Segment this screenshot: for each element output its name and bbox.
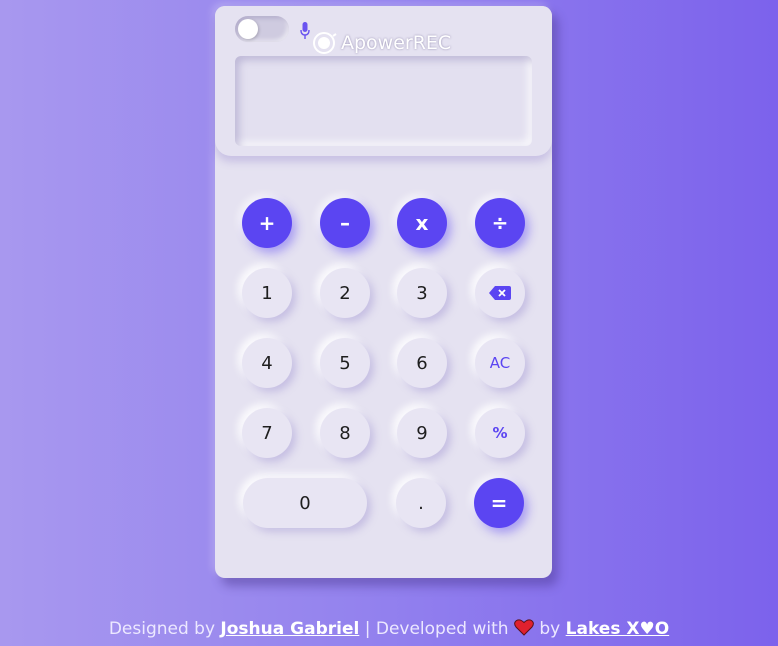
digit-5-button[interactable]: 5 bbox=[320, 338, 370, 388]
calculator-display bbox=[235, 56, 532, 146]
multiply-button[interactable]: x bbox=[397, 198, 447, 248]
digit-9-button[interactable]: 9 bbox=[397, 408, 447, 458]
subtract-button[interactable]: – bbox=[320, 198, 370, 248]
toggle-knob bbox=[238, 19, 258, 39]
footer-designed-by: Designed by bbox=[108, 619, 216, 639]
percent-button[interactable]: % bbox=[475, 408, 525, 458]
microphone-icon bbox=[300, 22, 310, 39]
digit-0-button[interactable]: 0 bbox=[243, 478, 367, 528]
digit-2-button[interactable]: 2 bbox=[320, 268, 370, 318]
developer-link[interactable]: Lakes ꓫ♥O bbox=[566, 619, 670, 639]
backspace-icon bbox=[489, 286, 511, 300]
footer-separator: | bbox=[364, 619, 371, 639]
digit-6-button[interactable]: 6 bbox=[397, 338, 447, 388]
designer-link[interactable]: Joshua Gabriel bbox=[220, 619, 359, 639]
divide-button[interactable]: ÷ bbox=[475, 198, 525, 248]
all-clear-button[interactable]: AC bbox=[475, 338, 525, 388]
footer-developed-with: Developed with bbox=[375, 619, 509, 639]
calculator-top-panel: ApowerREC bbox=[215, 6, 552, 156]
digit-7-button[interactable]: 7 bbox=[242, 408, 292, 458]
theme-toggle[interactable] bbox=[235, 16, 289, 42]
heart-icon bbox=[514, 619, 534, 636]
backspace-button[interactable] bbox=[475, 268, 525, 318]
equals-button[interactable]: = bbox=[474, 478, 524, 528]
digit-8-button[interactable]: 8 bbox=[320, 408, 370, 458]
decimal-button[interactable]: . bbox=[396, 478, 446, 528]
page-footer: Designed by Joshua Gabriel | Developed w… bbox=[0, 619, 778, 639]
calculator: ApowerREC + – x ÷ 1 2 3 4 5 6 AC 7 8 9 %… bbox=[215, 6, 552, 578]
recorder-watermark: ApowerREC bbox=[313, 30, 451, 56]
digit-4-button[interactable]: 4 bbox=[242, 338, 292, 388]
apowerrec-logo-icon bbox=[313, 32, 337, 54]
watermark-text: ApowerREC bbox=[341, 32, 452, 54]
add-button[interactable]: + bbox=[242, 198, 292, 248]
digit-3-button[interactable]: 3 bbox=[397, 268, 447, 318]
footer-by: by bbox=[539, 619, 561, 639]
digit-1-button[interactable]: 1 bbox=[242, 268, 292, 318]
